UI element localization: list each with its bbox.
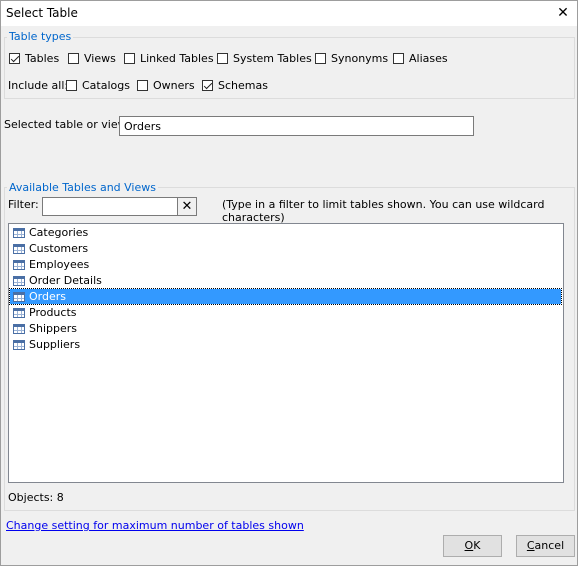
list-item-label: Categories: [29, 226, 89, 239]
aliases-checkbox[interactable]: Aliases: [393, 52, 448, 65]
schemas-checkbox-label: Schemas: [218, 79, 268, 92]
cancel-button-label-accesskey: C: [526, 539, 535, 552]
synonyms-checkbox-label: Synonyms: [331, 52, 389, 65]
table-icon: [13, 259, 25, 270]
cancel-button-label-rest: ancel: [534, 539, 565, 552]
table-icon: [13, 291, 25, 302]
tables-checkbox[interactable]: Tables: [9, 52, 59, 65]
window-title: Select Table: [6, 6, 78, 20]
table-icon: [13, 323, 25, 334]
table-icon: [13, 339, 25, 350]
title-bar: Select Table ✕: [0, 0, 580, 26]
selected-table-input[interactable]: Orders: [119, 116, 474, 136]
close-icon[interactable]: ✕: [546, 0, 580, 26]
ok-button-label-rest: K: [473, 539, 481, 552]
list-item-label: Employees: [29, 258, 90, 271]
table-types-legend: Table types: [7, 30, 74, 43]
include-all-label: Include all:: [8, 79, 69, 92]
list-item[interactable]: Customers: [10, 241, 561, 256]
filter-label: Filter:: [8, 198, 39, 211]
list-item[interactable]: Products: [10, 305, 561, 320]
catalogs-checkbox-label: Catalogs: [82, 79, 130, 92]
table-icon: [13, 275, 25, 286]
list-item[interactable]: Suppliers: [10, 337, 561, 352]
tables-checkbox-label: Tables: [25, 52, 60, 65]
list-item-label: Customers: [29, 242, 89, 255]
views-checkbox-label: Views: [84, 52, 116, 65]
change-max-tables-link[interactable]: Change setting for maximum number of tab…: [6, 519, 304, 532]
catalogs-checkbox-box[interactable]: [66, 80, 77, 91]
filter-clear-icon[interactable]: ✕: [177, 197, 197, 216]
table-icon: [13, 243, 25, 254]
list-item-label: Order Details: [29, 274, 102, 287]
list-item[interactable]: Employees: [10, 257, 561, 272]
owners-checkbox-label: Owners: [153, 79, 195, 92]
synonyms-checkbox-box[interactable]: [315, 53, 326, 64]
selected-table-label: Selected table or view:: [4, 118, 130, 131]
system-tables-checkbox[interactable]: System Tables: [217, 52, 312, 65]
tables-checkbox-box[interactable]: [9, 53, 20, 64]
ok-button[interactable]: OK: [443, 535, 502, 557]
objects-count: Objects: 8: [8, 491, 64, 504]
system-tables-checkbox-box[interactable]: [217, 53, 228, 64]
list-item[interactable]: Order Details: [10, 273, 561, 288]
filter-hint: (Type in a filter to limit tables shown.…: [222, 198, 545, 224]
list-item[interactable]: Shippers: [10, 321, 561, 336]
aliases-checkbox-label: Aliases: [409, 52, 448, 65]
list-item-label: Orders: [29, 290, 66, 303]
dialog-client-area: Table types Tables Views Linked Tables S…: [1, 26, 578, 566]
list-item-label: Products: [29, 306, 77, 319]
linked-tables-checkbox[interactable]: Linked Tables: [124, 52, 214, 65]
views-checkbox[interactable]: Views: [68, 52, 116, 65]
catalogs-checkbox[interactable]: Catalogs: [66, 79, 130, 92]
available-tables-legend: Available Tables and Views: [7, 181, 158, 194]
aliases-checkbox-box[interactable]: [393, 53, 404, 64]
list-item-label: Shippers: [29, 322, 77, 335]
table-icon: [13, 307, 25, 318]
synonyms-checkbox[interactable]: Synonyms: [315, 52, 388, 65]
schemas-checkbox-box[interactable]: [202, 80, 213, 91]
table-icon: [13, 227, 25, 238]
system-tables-checkbox-label: System Tables: [233, 52, 312, 65]
owners-checkbox[interactable]: Owners: [137, 79, 195, 92]
linked-tables-checkbox-box[interactable]: [124, 53, 135, 64]
linked-tables-checkbox-label: Linked Tables: [140, 52, 214, 65]
schemas-checkbox[interactable]: Schemas: [202, 79, 268, 92]
list-item-label: Suppliers: [29, 338, 81, 351]
cancel-button[interactable]: Cancel: [516, 535, 575, 557]
owners-checkbox-box[interactable]: [137, 80, 148, 91]
list-item[interactable]: Categories: [10, 225, 561, 240]
list-item[interactable]: Orders: [9, 288, 562, 305]
views-checkbox-box[interactable]: [68, 53, 79, 64]
tables-listbox[interactable]: Categories Customers Employees Order Det…: [8, 223, 564, 483]
filter-input[interactable]: [42, 197, 180, 216]
ok-button-label-accesskey: O: [464, 539, 474, 552]
